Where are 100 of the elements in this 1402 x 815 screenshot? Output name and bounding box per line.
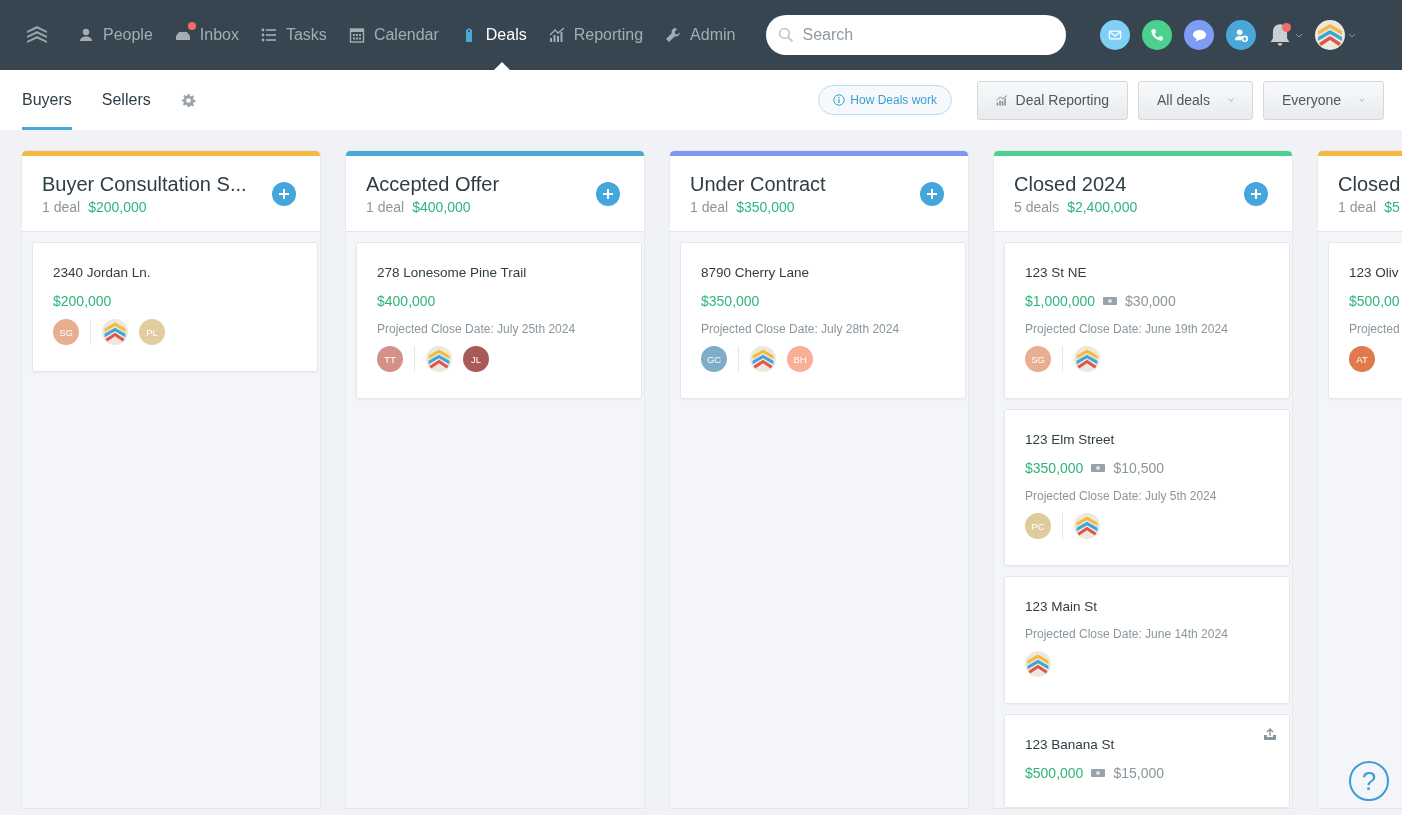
plus-icon (278, 187, 290, 200)
chevrons-logo-icon[interactable] (1074, 513, 1100, 539)
deal-address: 123 Elm Street (1025, 432, 1116, 447)
plus-icon (926, 187, 938, 200)
chevrons-logo-icon[interactable] (426, 346, 452, 372)
avatar[interactable]: JL (463, 346, 489, 372)
commission: $15,000 (1113, 765, 1164, 781)
deal-price: $350,000 (1025, 460, 1084, 476)
search-field[interactable]: Search (766, 15, 1067, 55)
chevron-down-icon (1227, 97, 1234, 103)
commission: $10,500 (1113, 460, 1164, 476)
phone-icon (1150, 28, 1165, 42)
nav-item[interactable]: Tasks (249, 0, 338, 70)
column-title: Accepted Offer (366, 172, 501, 196)
deal-address: 123 Oliv (1349, 265, 1400, 280)
deal-address: 8790 Cherry Lane (701, 265, 811, 280)
search-icon (778, 27, 795, 43)
avatar[interactable]: TT (377, 346, 403, 372)
nav-item[interactable]: Admin (654, 0, 747, 70)
notifications-button[interactable] (1268, 22, 1304, 48)
commission: $30,000 (1125, 293, 1176, 309)
filter-dropdown[interactable]: All deals (1138, 80, 1253, 120)
chevrons-logo-icon[interactable] (102, 319, 128, 345)
column-total: $5 (1384, 198, 1400, 215)
mail-button[interactable] (1100, 20, 1131, 50)
deal-card[interactable]: 8790 Cherry Lane $350,000 Projected Close Date: July 28th 2024 GC BH (680, 242, 966, 399)
deal-address: 123 Banana St (1025, 737, 1116, 752)
chevron-down-icon (1359, 97, 1365, 103)
deal-address: 2340 Jordan Ln. (53, 265, 152, 280)
chart-icon (548, 27, 565, 43)
deal-count: 1 deal (42, 198, 81, 215)
chat-button[interactable] (1184, 20, 1215, 50)
close-date: Projected Close Date: July 25th 2024 (377, 322, 577, 336)
chevrons-logo-icon[interactable] (750, 346, 776, 372)
deal-reporting-button[interactable]: Deal Reporting (977, 80, 1128, 120)
add-deal-button[interactable] (1244, 181, 1268, 206)
tab[interactable]: Sellers (101, 70, 151, 130)
deal-address: 123 Main St (1025, 599, 1099, 614)
plus-icon (1250, 187, 1262, 200)
tab[interactable]: Buyers (22, 70, 72, 130)
avatar[interactable]: GC (701, 346, 727, 372)
deal-card[interactable]: 123 Oliv $500,00 Projected AT (1328, 242, 1402, 399)
upload-tray-icon[interactable] (1263, 727, 1277, 741)
nav-item[interactable]: Calendar (337, 0, 450, 70)
chevrons-logo-icon[interactable] (1074, 346, 1100, 372)
nav-item[interactable]: People (67, 0, 164, 70)
help-button[interactable]: ? (1349, 761, 1389, 801)
calendar-icon (348, 27, 365, 43)
add-contact-button[interactable] (1226, 20, 1257, 50)
chevrons-logo-icon[interactable] (1025, 651, 1051, 677)
deal-card[interactable]: 123 Elm Street $350,000 $10,500 Projected Close Date: July 5th 2024 PC (1004, 409, 1290, 566)
settings-icon[interactable] (180, 92, 196, 108)
plus-icon (602, 187, 614, 200)
deal-count: 1 deal (1338, 198, 1377, 215)
cash-icon (1091, 769, 1106, 777)
chevron-down-icon (1348, 32, 1357, 38)
phone-button[interactable] (1142, 20, 1173, 50)
cash-icon (1091, 464, 1106, 472)
account-menu-button[interactable] (1315, 20, 1357, 50)
column-total: $200,000 (88, 198, 147, 215)
deal-price: $500,000 (1025, 765, 1084, 781)
column-title: Closed 2024 (1014, 172, 1128, 196)
close-date: Projected (1349, 322, 1401, 336)
deal-card[interactable]: 278 Lonesome Pine Trail $400,000 Projected Close Date: July 25th 2024 TT JL (356, 242, 642, 399)
add-deal-button[interactable] (596, 181, 620, 206)
deal-price: $200,000 (53, 293, 112, 309)
filter-dropdown[interactable]: Everyone (1263, 80, 1384, 120)
deal-card[interactable]: 123 St NE $1,000,000 $30,000 Projected Close Date: June 19th 2024 SG (1004, 242, 1290, 399)
nav-item[interactable]: Inbox (163, 0, 250, 70)
nav-item[interactable]: Reporting (537, 0, 655, 70)
deal-count: 5 deals (1014, 198, 1060, 215)
chevrons-logo-icon (1315, 20, 1346, 50)
deal-price: $500,00 (1349, 293, 1400, 309)
deal-price: $350,000 (701, 293, 760, 309)
notification-dot (187, 22, 196, 30)
add-deal-button[interactable] (920, 181, 944, 206)
deal-card[interactable]: 123 Main St Projected Close Date: June 14th 2024 (1004, 576, 1290, 704)
deal-count: 1 deal (366, 198, 405, 215)
column-total: $2,400,000 (1067, 198, 1138, 215)
wrench-icon (665, 27, 682, 43)
column-title: Under Contract (690, 172, 827, 196)
deal-card[interactable]: 2340 Jordan Ln. $200,000 SG PL (32, 242, 318, 372)
column-title: Buyer Consultation S... (42, 172, 248, 196)
chart-icon (996, 92, 1008, 108)
deal-address: 278 Lonesome Pine Trail (377, 265, 528, 280)
cash-icon (1103, 297, 1118, 305)
deal-price: $1,000,000 (1025, 293, 1096, 309)
person-icon (78, 27, 94, 43)
deal-card[interactable]: 123 Banana St $500,000 $15,000 (1004, 714, 1290, 808)
how-deals-work-link[interactable]: How Deals work (818, 85, 952, 115)
chevron-down-icon (1295, 32, 1304, 38)
deal-count: 1 deal (690, 198, 729, 215)
list-icon (260, 27, 277, 43)
add-deal-button[interactable] (272, 181, 296, 206)
stacked-chevrons-logo-icon[interactable] (25, 24, 49, 46)
avatar[interactable]: AT (1349, 346, 1375, 372)
close-date: Projected Close Date: July 5th 2024 (1025, 489, 1218, 503)
close-date: Projected Close Date: June 19th 2024 (1025, 322, 1229, 336)
column-total: $350,000 (736, 198, 795, 215)
deal-price: $400,000 (377, 293, 436, 309)
